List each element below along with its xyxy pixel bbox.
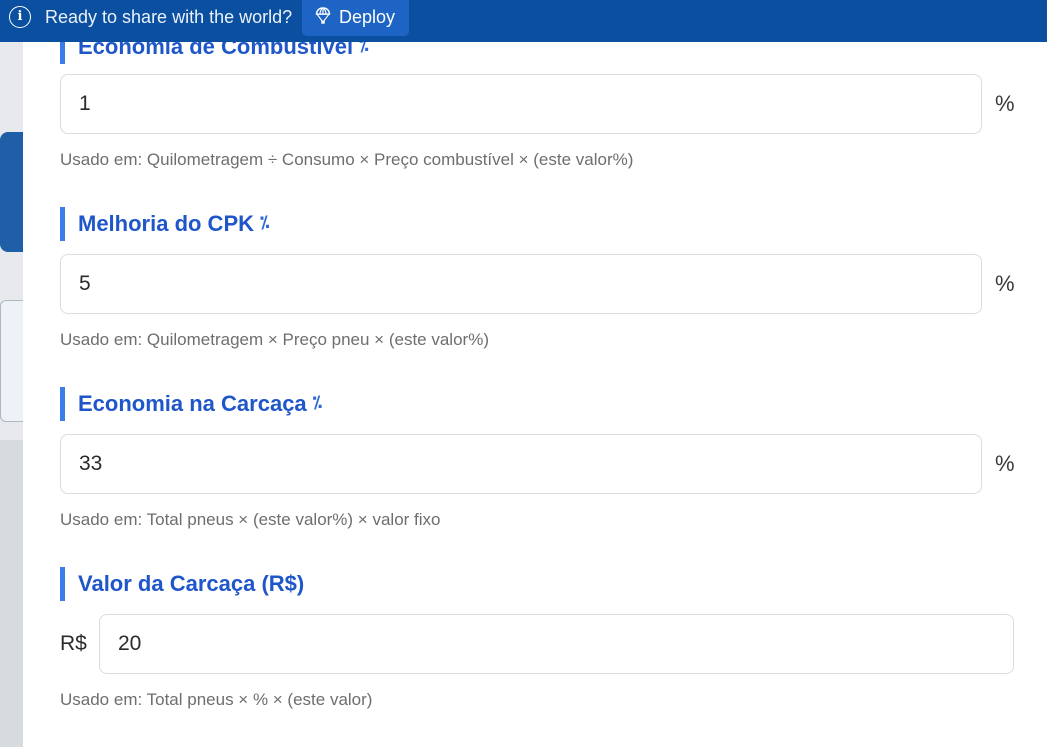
help-text: Usado em: Total pneus × % × (este valor)	[60, 690, 373, 709]
deploy-banner: i Ready to share with the world? Deploy	[0, 0, 1047, 42]
help-text: Usado em: Total pneus × (este valor%) × …	[60, 510, 441, 529]
unit-suffix: %	[995, 91, 1015, 116]
percent-icon: ⁒	[260, 213, 270, 232]
input-row: %	[60, 254, 1015, 314]
field-title: Economia na Carcaça ⁒	[60, 387, 322, 421]
deploy-label: Deploy	[339, 7, 396, 27]
input-row: R$	[60, 614, 1015, 674]
deploy-button[interactable]: Deploy	[302, 0, 409, 36]
deploy-icon	[315, 7, 331, 24]
input-row: %	[60, 434, 1015, 494]
unit-suffix: %	[995, 451, 1015, 476]
melhoria-cpk-input[interactable]	[60, 254, 982, 314]
banner-message: Ready to share with the world?	[45, 7, 293, 27]
field-title-label: Valor da Carcaça (R$)	[78, 571, 305, 596]
percent-icon: ⁒	[312, 393, 323, 412]
info-icon: i	[9, 6, 31, 28]
economia-combustivel-input[interactable]	[60, 74, 982, 134]
currency-prefix: R$	[60, 632, 87, 655]
valor-carcaca-input[interactable]	[99, 614, 1014, 674]
help-text: Usado em: Quilometragem ÷ Consumo × Preç…	[60, 150, 634, 169]
input-row: %	[60, 74, 1015, 134]
unit-suffix: %	[995, 271, 1015, 296]
field-title: Melhoria do CPK ⁒	[60, 207, 269, 241]
help-text: Usado em: Quilometragem × Preço pneu × (…	[60, 330, 489, 349]
settings-panel: Economia de Combustível⁒ % Usado em: Qui…	[23, 0, 1047, 747]
economia-carcaca-input[interactable]	[60, 434, 982, 494]
field-title: Valor da Carcaça (R$)	[60, 567, 304, 601]
app-window: Economia de Combustível⁒ % Usado em: Qui…	[0, 0, 1047, 747]
field-title-label: Economia na Carcaça	[78, 391, 307, 416]
field-title-label: Melhoria do CPK	[78, 211, 255, 236]
